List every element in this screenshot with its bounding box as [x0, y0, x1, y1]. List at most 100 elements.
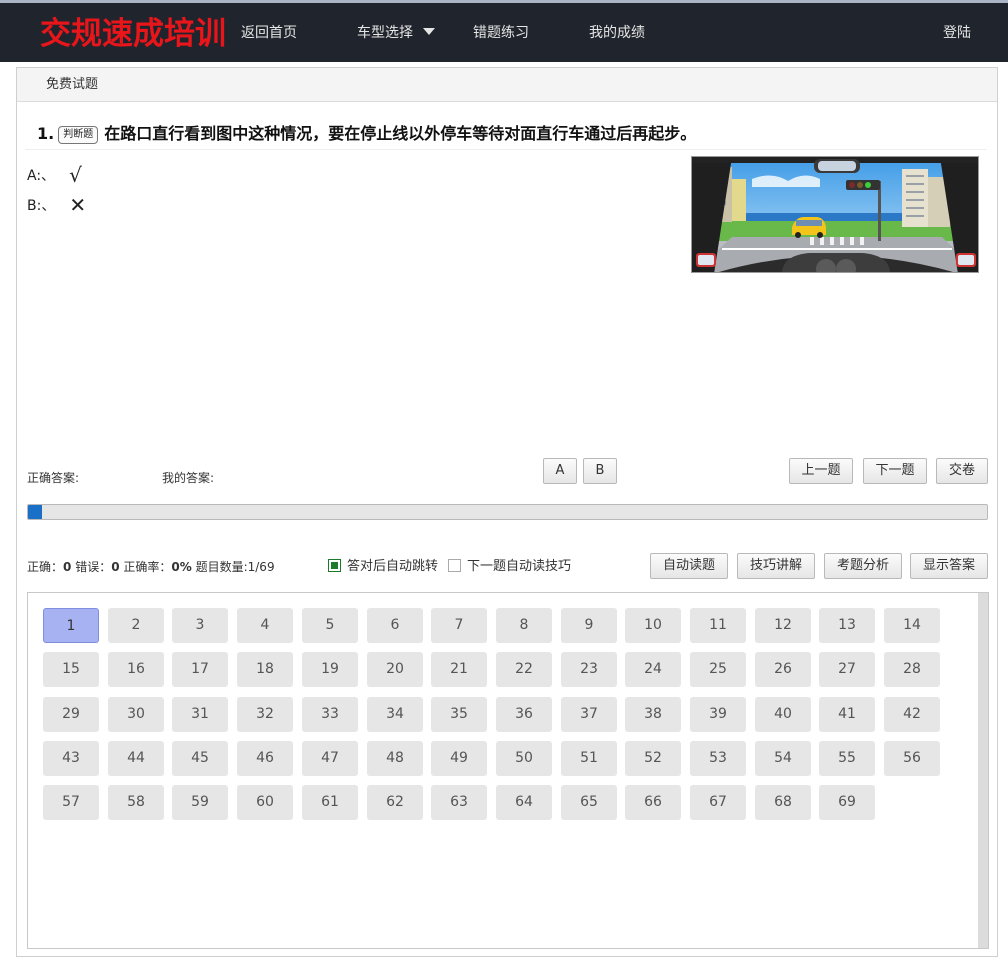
auto-read-label: 下一题自动读技巧 [467, 559, 572, 574]
question-number-button[interactable]: 51 [561, 741, 617, 776]
question-number-button[interactable]: 31 [172, 697, 228, 732]
question-number-button[interactable]: 6 [367, 608, 423, 643]
question-number-button[interactable]: 11 [690, 608, 746, 643]
question-number-button[interactable]: 53 [690, 741, 746, 776]
question-number-button[interactable]: 16 [108, 652, 164, 687]
question-number-button[interactable]: 1 [43, 608, 99, 643]
question-number-button[interactable]: 14 [884, 608, 940, 643]
progress-bar [27, 504, 988, 520]
auto-jump-checkbox[interactable]: 答对后自动跳转 [328, 558, 438, 576]
question-number-button[interactable]: 12 [755, 608, 811, 643]
progress-fill [28, 505, 42, 519]
show-answer-button[interactable]: 显示答案 [910, 553, 988, 579]
question-number-button[interactable]: 47 [302, 741, 358, 776]
question-number-button[interactable]: 60 [237, 785, 293, 820]
question-number: 1. [37, 124, 55, 143]
login-link[interactable]: 登陆 [943, 23, 971, 43]
question-number-button[interactable]: 23 [561, 652, 617, 687]
question-number-button[interactable]: 21 [431, 652, 487, 687]
tips-explanation-button[interactable]: 技巧讲解 [737, 553, 815, 579]
question-number-button[interactable]: 57 [43, 785, 99, 820]
question-number-button[interactable]: 69 [819, 785, 875, 820]
question-number-button[interactable]: 61 [302, 785, 358, 820]
question-type-badge: 判断题 [58, 126, 99, 144]
question-number-button[interactable]: 64 [496, 785, 552, 820]
option-b[interactable]: B:、 ✕ [27, 194, 86, 217]
question-number-button[interactable]: 17 [172, 652, 228, 687]
question-number-button[interactable]: 44 [108, 741, 164, 776]
question-number-button[interactable]: 67 [690, 785, 746, 820]
question-number-button[interactable]: 55 [819, 741, 875, 776]
question-number-button[interactable]: 50 [496, 741, 552, 776]
question-number-button[interactable]: 36 [496, 697, 552, 732]
question-number-button[interactable]: 4 [237, 608, 293, 643]
next-question-button[interactable]: 下一题 [863, 458, 927, 484]
nav-vehicle-type[interactable]: 车型选择 [357, 23, 435, 43]
question-number-button[interactable]: 54 [755, 741, 811, 776]
question-number-button[interactable]: 39 [690, 697, 746, 732]
question-number-button[interactable]: 10 [625, 608, 681, 643]
question-number-button[interactable]: 26 [755, 652, 811, 687]
question-number-button[interactable]: 38 [625, 697, 681, 732]
question-number-button[interactable]: 3 [172, 608, 228, 643]
question-number-grid: 1 2 3 4 5 6 7 8 9 10 11 12 13 14 15 16 17 18 19 20 21 22 23 24 2… [27, 592, 989, 949]
question-number-button[interactable]: 28 [884, 652, 940, 687]
question-number-button[interactable]: 46 [237, 741, 293, 776]
prev-question-button[interactable]: 上一题 [789, 458, 853, 484]
question-number-button[interactable]: 18 [237, 652, 293, 687]
question-number-button[interactable]: 9 [561, 608, 617, 643]
question-number-button[interactable]: 22 [496, 652, 552, 687]
option-a[interactable]: A:、 √ [27, 164, 82, 187]
question-number-button[interactable]: 25 [690, 652, 746, 687]
submit-exam-button[interactable]: 交卷 [936, 458, 988, 484]
question-number-button[interactable]: 65 [561, 785, 617, 820]
question-number-button[interactable]: 49 [431, 741, 487, 776]
question-number-button[interactable]: 41 [819, 697, 875, 732]
question-number-button[interactable]: 34 [367, 697, 423, 732]
question-number-button[interactable]: 58 [108, 785, 164, 820]
question-number-button[interactable]: 40 [755, 697, 811, 732]
question-text: 在路口直行看到图中这种情况，要在停止线以外停车等待对面直行车通过后再起步。 [104, 124, 697, 143]
question-number-button[interactable]: 68 [755, 785, 811, 820]
question-number-button[interactable]: 30 [108, 697, 164, 732]
question-number-button[interactable]: 59 [172, 785, 228, 820]
quiz-panel: 免费试题 1. 判断题 在路口直行看到图中这种情况，要在停止线以外停车等待对面直行车… [16, 67, 998, 957]
question-number-button[interactable]: 24 [625, 652, 681, 687]
question-number-button[interactable]: 35 [431, 697, 487, 732]
nav-wrong-questions[interactable]: 错题练习 [473, 23, 529, 43]
nav-my-scores[interactable]: 我的成绩 [589, 23, 645, 43]
question-number-button[interactable]: 15 [43, 652, 99, 687]
answer-b-button[interactable]: B [583, 458, 617, 484]
question-number-button[interactable]: 27 [819, 652, 875, 687]
cross-icon: ✕ [69, 193, 87, 217]
option-a-label: A:、 [27, 168, 56, 184]
site-logo[interactable]: 交规速成培训 [40, 15, 226, 53]
question-number-button[interactable]: 8 [496, 608, 552, 643]
stat-wrong-value: 0 [111, 560, 120, 574]
question-number-button[interactable]: 32 [237, 697, 293, 732]
question-number-button[interactable]: 33 [302, 697, 358, 732]
question-number-button[interactable]: 52 [625, 741, 681, 776]
question-number-button[interactable]: 63 [431, 785, 487, 820]
question-number-button[interactable]: 48 [367, 741, 423, 776]
question-number-button[interactable]: 43 [43, 741, 99, 776]
question-number-button[interactable]: 45 [172, 741, 228, 776]
question-number-button[interactable]: 56 [884, 741, 940, 776]
answer-a-button[interactable]: A [543, 458, 577, 484]
question-number-button[interactable]: 13 [819, 608, 875, 643]
scrollbar[interactable] [978, 593, 988, 948]
question-number-button[interactable]: 2 [108, 608, 164, 643]
question-number-button[interactable]: 62 [367, 785, 423, 820]
question-number-button[interactable]: 29 [43, 697, 99, 732]
auto-read-question-button[interactable]: 自动读题 [650, 553, 728, 579]
question-number-button[interactable]: 37 [561, 697, 617, 732]
auto-read-checkbox[interactable]: 下一题自动读技巧 [448, 558, 571, 576]
question-number-button[interactable]: 42 [884, 697, 940, 732]
question-number-button[interactable]: 66 [625, 785, 681, 820]
nav-home[interactable]: 返回首页 [241, 23, 297, 43]
question-number-button[interactable]: 20 [367, 652, 423, 687]
question-number-button[interactable]: 5 [302, 608, 358, 643]
question-number-button[interactable]: 19 [302, 652, 358, 687]
question-number-button[interactable]: 7 [431, 608, 487, 643]
question-analysis-button[interactable]: 考题分析 [824, 553, 902, 579]
